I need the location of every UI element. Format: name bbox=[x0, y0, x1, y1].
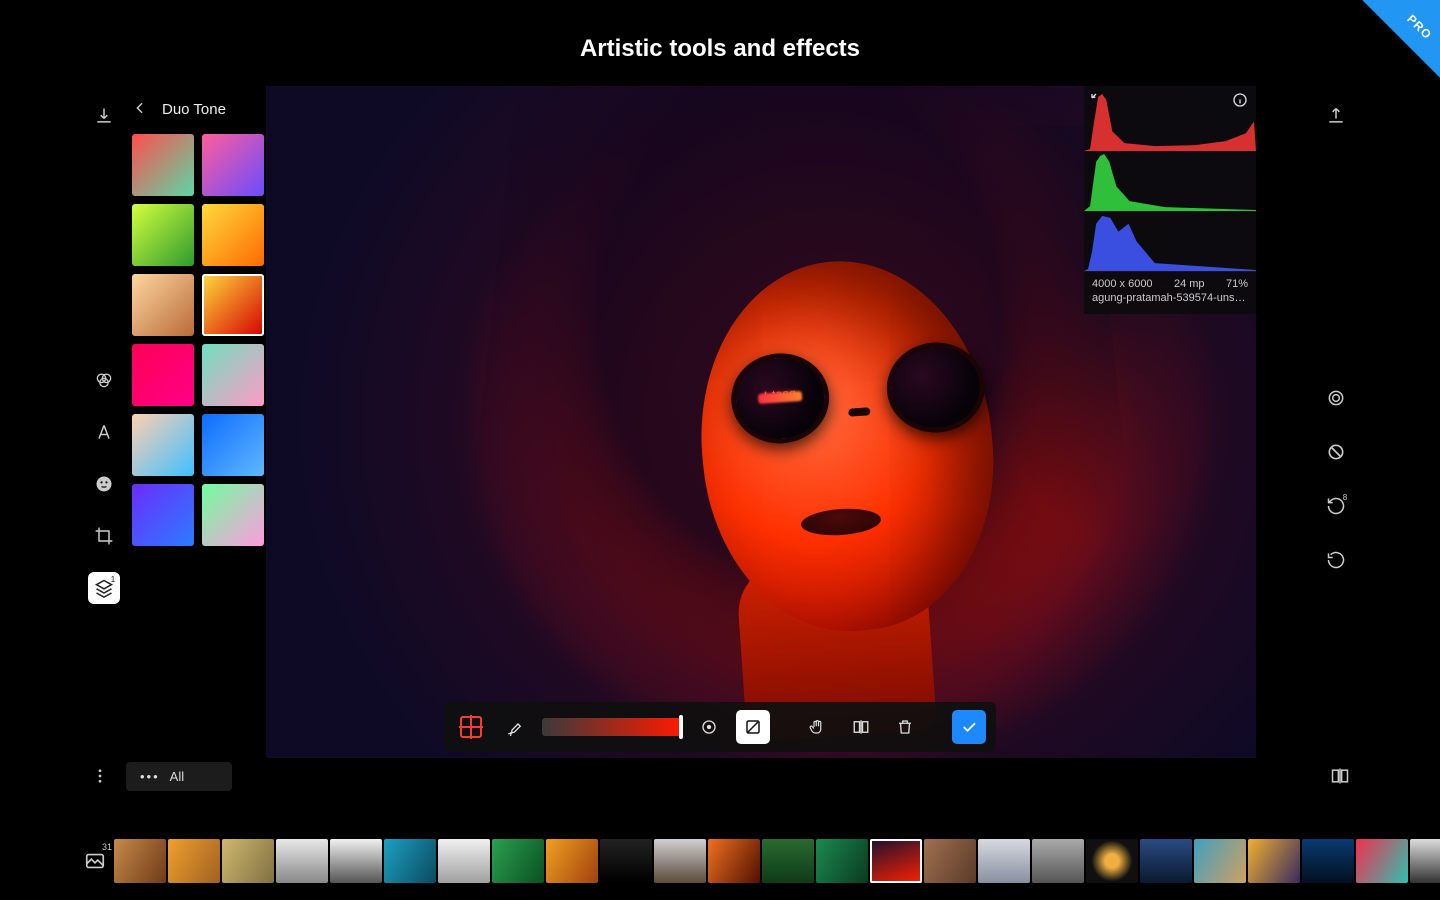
filmstrip-thumb[interactable] bbox=[1086, 839, 1138, 883]
filmstrip-thumb[interactable] bbox=[978, 839, 1030, 883]
filter-all-label: All bbox=[170, 769, 184, 784]
compare-icon[interactable] bbox=[1320, 436, 1352, 468]
filmstrip-thumb[interactable] bbox=[1248, 839, 1300, 883]
canvas-toolbar bbox=[84, 702, 1356, 752]
filmstrip-thumb[interactable] bbox=[1194, 839, 1246, 883]
filmstrip-thumb[interactable] bbox=[1032, 839, 1084, 883]
duotone-swatch[interactable] bbox=[132, 414, 194, 476]
filmstrip-thumb[interactable] bbox=[330, 839, 382, 883]
lens-reflection-text: past t bbox=[763, 387, 797, 401]
filmstrip-thumb[interactable] bbox=[816, 839, 868, 883]
glasses-bridge bbox=[848, 407, 871, 417]
brush-button[interactable] bbox=[498, 710, 532, 744]
mirror-compare-button[interactable] bbox=[844, 710, 878, 744]
duotone-swatch[interactable] bbox=[132, 274, 194, 336]
left-tool-rail: 1 bbox=[84, 86, 124, 604]
duotone-swatch[interactable] bbox=[132, 204, 194, 266]
duotone-swatch[interactable] bbox=[202, 414, 264, 476]
filmstrip: 31 bbox=[84, 834, 1440, 888]
filmstrip-thumb[interactable] bbox=[1302, 839, 1354, 883]
filter-all-pill[interactable]: ••• All bbox=[126, 762, 232, 791]
history-count-badge: 8 bbox=[1343, 493, 1347, 502]
focus-frame-button[interactable] bbox=[454, 710, 488, 744]
histogram-red bbox=[1084, 92, 1256, 152]
target-icon[interactable] bbox=[1320, 382, 1352, 414]
filmstrip-thumb[interactable] bbox=[1356, 839, 1408, 883]
layers-tool-icon[interactable]: 1 bbox=[88, 572, 120, 604]
face-tool-icon[interactable] bbox=[88, 468, 120, 500]
right-tool-rail: 8 bbox=[1316, 86, 1356, 576]
filmstrip-thumb[interactable] bbox=[762, 839, 814, 883]
duotone-swatch[interactable] bbox=[202, 274, 264, 336]
filmstrip-thumb[interactable] bbox=[114, 839, 166, 883]
share-icon[interactable] bbox=[1320, 100, 1352, 132]
invert-button[interactable] bbox=[736, 710, 770, 744]
text-tool-icon[interactable] bbox=[88, 416, 120, 448]
image-megapixels: 24 mp bbox=[1174, 278, 1205, 290]
more-menu-icon[interactable] bbox=[84, 760, 116, 792]
filmstrip-thumb[interactable] bbox=[1140, 839, 1192, 883]
sunglasses: past t bbox=[728, 339, 988, 446]
image-filename: agung-pratamah-539574-unspla... bbox=[1084, 292, 1256, 308]
duotone-swatch[interactable] bbox=[132, 134, 194, 196]
duotone-swatch[interactable] bbox=[132, 484, 194, 546]
banner-title: Artistic tools and effects bbox=[0, 35, 1440, 63]
filmstrip-thumb[interactable] bbox=[492, 839, 544, 883]
image-dimensions: 4000 x 6000 bbox=[1092, 278, 1153, 290]
intensity-slider[interactable] bbox=[542, 718, 682, 736]
duotone-swatch[interactable] bbox=[132, 344, 194, 406]
delete-button[interactable] bbox=[888, 710, 922, 744]
filmstrip-thumb[interactable] bbox=[600, 839, 652, 883]
histogram-blue bbox=[1084, 212, 1256, 272]
lens-right bbox=[884, 339, 988, 436]
crop-tool-icon[interactable] bbox=[88, 520, 120, 552]
apply-button[interactable] bbox=[952, 710, 986, 744]
color-tool-icon[interactable] bbox=[88, 364, 120, 396]
duotone-swatch[interactable] bbox=[202, 204, 264, 266]
filmstrip-thumb[interactable] bbox=[222, 839, 274, 883]
filmstrip-thumb[interactable] bbox=[276, 839, 328, 883]
pan-hand-button[interactable] bbox=[800, 710, 834, 744]
split-view-icon[interactable] bbox=[1324, 760, 1356, 792]
image-zoom: 71% bbox=[1226, 278, 1248, 290]
gallery-icon[interactable]: 31 bbox=[84, 846, 106, 876]
histogram-green bbox=[1084, 152, 1256, 212]
panel-title: Duo Tone bbox=[162, 101, 226, 118]
download-icon[interactable] bbox=[88, 100, 120, 132]
filmstrip-thumb[interactable] bbox=[438, 839, 490, 883]
filmstrip-thumb[interactable] bbox=[384, 839, 436, 883]
radial-button[interactable] bbox=[692, 710, 726, 744]
filmstrip-thumb[interactable] bbox=[870, 839, 922, 883]
histogram-panel: 4000 x 6000 24 mp 71% agung-pratamah-539… bbox=[1084, 86, 1256, 314]
editor-frame: 1 Duo Tone bbox=[84, 86, 1356, 800]
filmstrip-thumb[interactable] bbox=[168, 839, 220, 883]
filmstrip-thumb[interactable] bbox=[924, 839, 976, 883]
duotone-swatch[interactable] bbox=[202, 134, 264, 196]
duotone-swatch[interactable] bbox=[202, 484, 264, 546]
layers-count-badge: 1 bbox=[111, 575, 115, 584]
filmstrip-thumb[interactable] bbox=[546, 839, 598, 883]
gallery-count-badge: 31 bbox=[102, 842, 112, 852]
duotone-swatch[interactable] bbox=[202, 344, 264, 406]
filmstrip-thumb[interactable] bbox=[708, 839, 760, 883]
ellipsis-icon: ••• bbox=[140, 769, 160, 784]
undo-icon[interactable] bbox=[1320, 544, 1352, 576]
filmstrip-thumb[interactable] bbox=[654, 839, 706, 883]
filmstrip-thumb[interactable] bbox=[1410, 839, 1440, 883]
history-icon[interactable]: 8 bbox=[1320, 490, 1352, 522]
lens-left: past t bbox=[728, 350, 832, 447]
back-chevron-icon[interactable] bbox=[132, 100, 150, 118]
